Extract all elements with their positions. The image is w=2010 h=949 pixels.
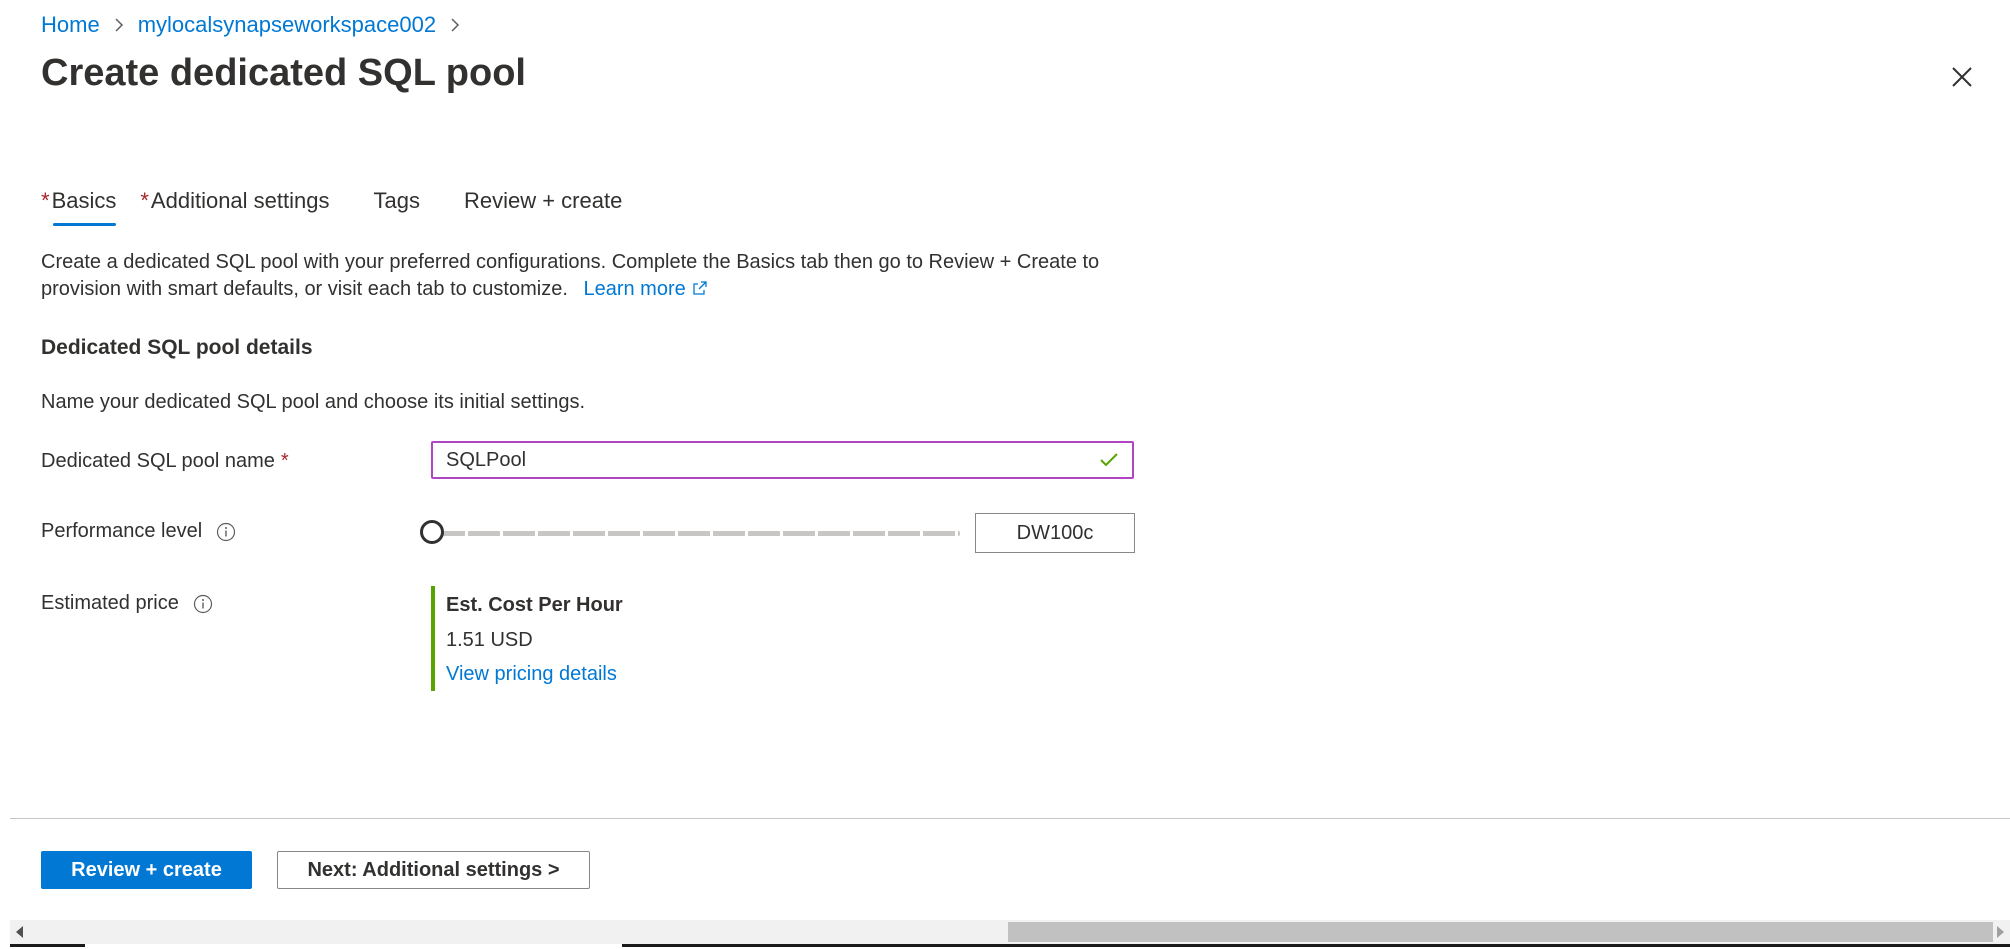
slider-tick	[815, 531, 818, 536]
slider-tick	[780, 531, 783, 536]
slider-track	[432, 531, 960, 536]
pool-name-value: SQLPool	[446, 448, 527, 471]
slider-tick	[920, 531, 923, 536]
tab-bar: *Basics *Additional settings Tags Review…	[41, 188, 666, 226]
required-asterisk: *	[280, 450, 289, 472]
slider-tick	[745, 531, 748, 536]
estimated-price-label-text: Estimated price	[41, 592, 179, 614]
tab-review-create[interactable]: Review + create	[464, 188, 622, 226]
intro-description: Create a dedicated SQL pool with your pr…	[41, 251, 1100, 300]
slider-tick	[605, 531, 608, 536]
tab-label: Tags	[373, 188, 420, 213]
performance-value-box: DW100c	[975, 513, 1135, 553]
page-title: Create dedicated SQL pool	[41, 52, 526, 94]
tab-tags[interactable]: Tags	[373, 188, 419, 226]
view-pricing-details-link[interactable]: View pricing details	[446, 663, 623, 686]
breadcrumb-workspace-link[interactable]: mylocalsynapseworkspace002	[138, 12, 436, 38]
bottom-edge	[0, 944, 2010, 949]
external-link-icon	[692, 277, 708, 304]
next-additional-settings-button[interactable]: Next: Additional settings >	[277, 851, 590, 889]
tab-additional-settings[interactable]: *Additional settings	[140, 188, 329, 226]
section-description: Name your dedicated SQL pool and choose …	[41, 391, 586, 413]
slider-tick	[850, 531, 853, 536]
chevron-right-icon	[450, 17, 460, 33]
scroll-left-arrow-icon[interactable]	[10, 920, 30, 944]
required-asterisk: *	[41, 188, 50, 213]
pool-name-label-text: Dedicated SQL pool name	[41, 450, 275, 472]
pool-name-label: Dedicated SQL pool name *	[41, 450, 289, 473]
slider-tick	[955, 531, 958, 536]
horizontal-scrollbar[interactable]	[10, 920, 2010, 944]
tab-label: Review + create	[463, 188, 623, 213]
price-amount: 1.51 USD	[446, 629, 533, 651]
slider-tick	[535, 531, 538, 536]
performance-slider[interactable]	[420, 518, 960, 550]
required-asterisk: *	[140, 188, 149, 213]
price-card: Est. Cost Per Hour 1.51 USD View pricing…	[431, 586, 623, 691]
learn-more-label: Learn more	[583, 278, 686, 300]
breadcrumb-home-link[interactable]: Home	[41, 12, 100, 38]
checkmark-icon	[1099, 452, 1119, 468]
info-icon[interactable]	[193, 594, 213, 614]
tab-label: Basics	[51, 188, 117, 213]
performance-level-label: Performance level	[41, 520, 236, 543]
price-heading: Est. Cost Per Hour	[446, 594, 623, 616]
intro-text: Create a dedicated SQL pool with your pr…	[41, 249, 1141, 304]
close-icon[interactable]	[1948, 63, 1976, 91]
slider-tick	[885, 531, 888, 536]
breadcrumb: Home mylocalsynapseworkspace002	[41, 12, 474, 38]
tab-label: Additional settings	[150, 188, 330, 213]
performance-label-text: Performance level	[41, 520, 203, 542]
review-create-button[interactable]: Review + create	[41, 851, 252, 889]
scrollbar-thumb[interactable]	[1008, 922, 1993, 942]
slider-tick	[675, 531, 678, 536]
tab-basics[interactable]: *Basics	[41, 188, 117, 226]
estimated-price-label: Estimated price	[41, 592, 213, 615]
slider-tick	[710, 531, 713, 536]
pool-name-input[interactable]: SQLPool	[431, 441, 1134, 479]
slider-tick	[465, 531, 468, 536]
slider-tick	[640, 531, 643, 536]
learn-more-link[interactable]: Learn more	[583, 278, 707, 300]
slider-tick	[500, 531, 503, 536]
footer-divider	[10, 818, 2010, 819]
chevron-right-icon	[114, 17, 124, 33]
scroll-right-arrow-icon[interactable]	[1990, 920, 2010, 944]
slider-thumb[interactable]	[420, 520, 444, 544]
slider-tick	[570, 531, 573, 536]
info-icon[interactable]	[216, 522, 236, 542]
section-title: Dedicated SQL pool details	[41, 336, 313, 359]
